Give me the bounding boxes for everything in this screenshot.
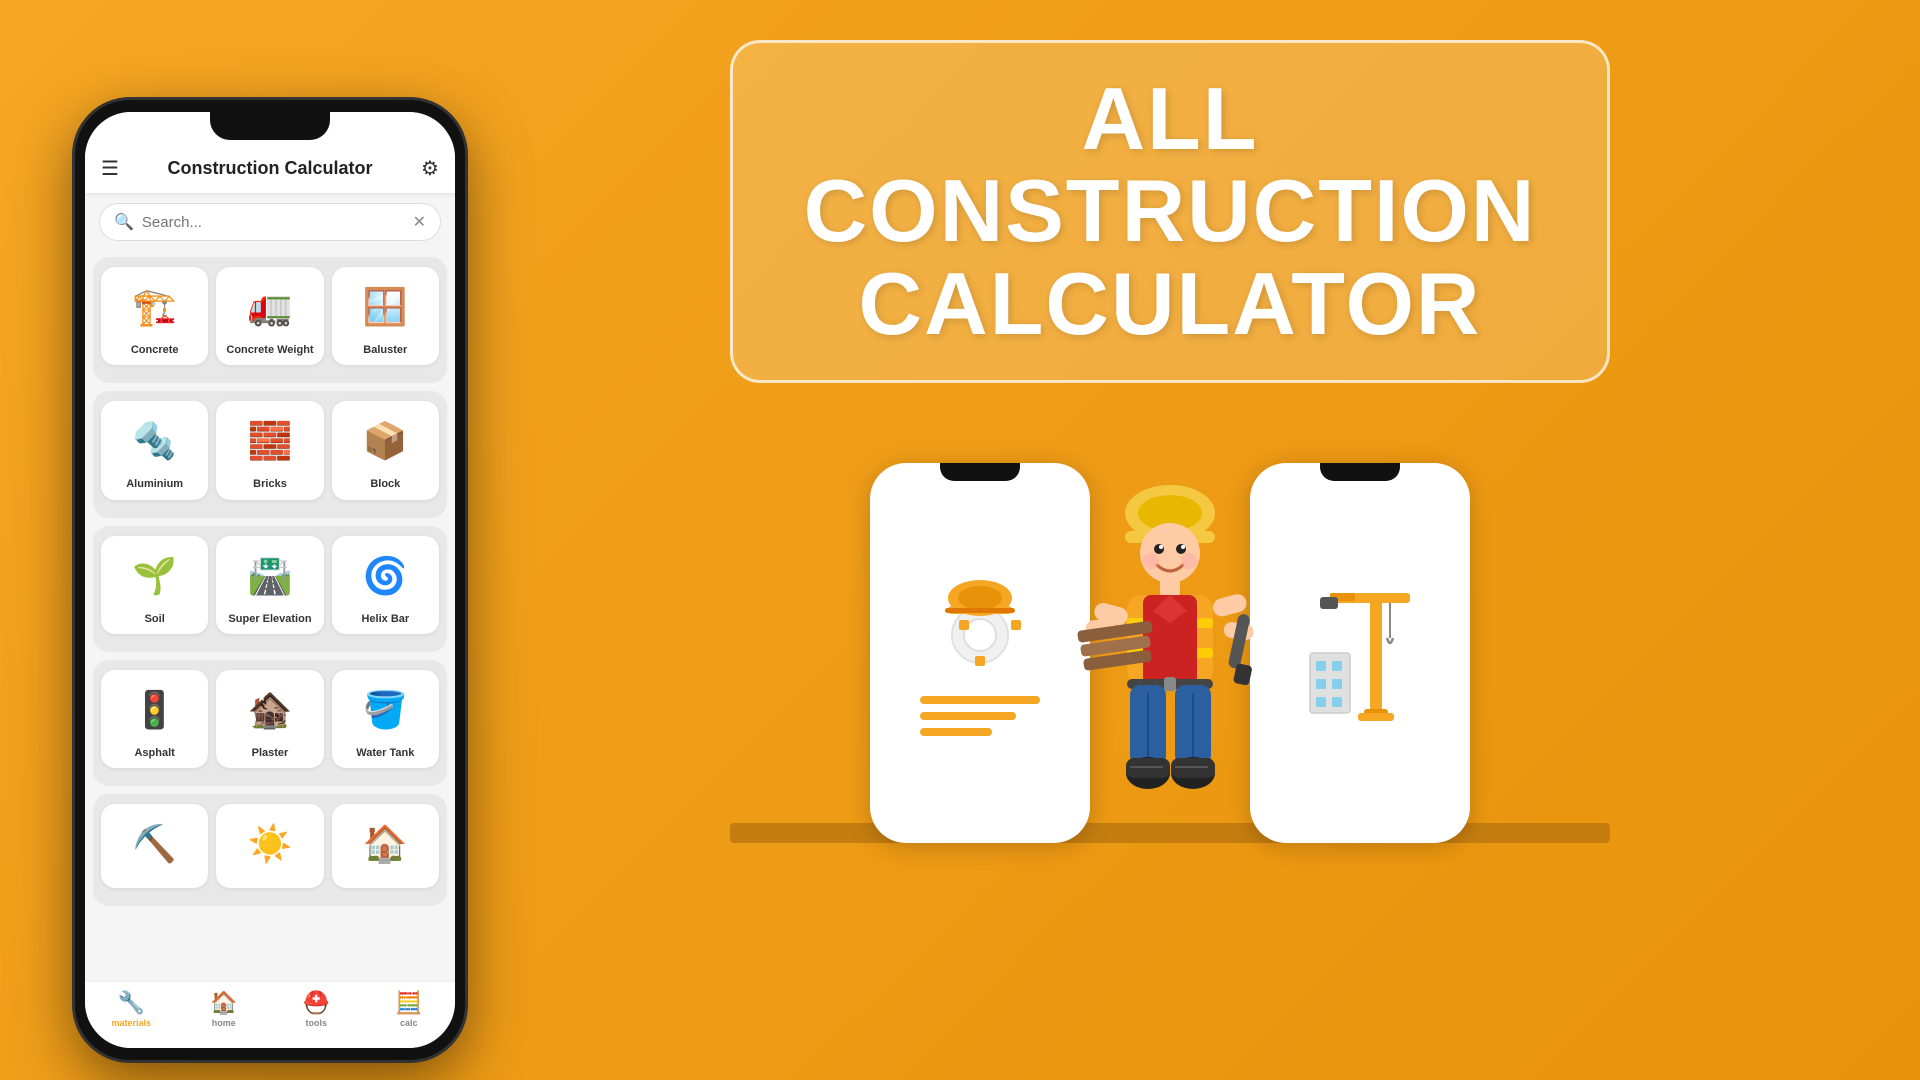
- plaster-icon: 🏚️: [240, 680, 300, 740]
- super-elevation-icon: 🛣️: [240, 546, 300, 606]
- item-label-helix-bar: Helix Bar: [361, 612, 409, 626]
- item-label-plaster: Plaster: [252, 746, 289, 760]
- crane-icon: [1300, 583, 1420, 723]
- phone-line-2: [920, 712, 1016, 720]
- worker-svg: [1075, 453, 1265, 843]
- aluminium-icon: 🔩: [125, 411, 185, 471]
- bottom-nav: 🔧 materials 🏠 home ⛑️ tools 🧮 calc: [85, 981, 455, 1048]
- clear-icon[interactable]: ✕: [413, 212, 426, 232]
- illus-phone-notch-right: [1320, 463, 1400, 481]
- list-item[interactable]: 🚦 Asphalt: [101, 670, 208, 768]
- concrete-icon: 🏗️: [125, 277, 185, 337]
- banner-title-line1: ALL CONSTRUCTION: [793, 73, 1547, 258]
- nav-item-materials[interactable]: 🔧 materials: [85, 990, 178, 1028]
- phone-notch: [210, 112, 330, 140]
- item-label-super-elevation: Super Elevation: [228, 612, 311, 626]
- concrete-weight-icon: 🚛: [240, 277, 300, 337]
- tools-icon: ⛑️: [303, 990, 330, 1016]
- items-row-1: 🏗️ Concrete 🚛 Concrete Weight 🪟 Baluster: [101, 267, 439, 365]
- phone-mockup: ☰ Construction Calculator ⚙ 🔍 ✕ 🏗️ Concr…: [75, 50, 475, 1030]
- items-row-4: 🚦 Asphalt 🏚️ Plaster 🪣 Water Tank: [101, 670, 439, 768]
- soil-icon: 🌱: [125, 546, 185, 606]
- row-section-1: 🏗️ Concrete 🚛 Concrete Weight 🪟 Baluster: [93, 257, 447, 383]
- item-label-soil: Soil: [145, 612, 165, 626]
- illus-phone-right-content: [1280, 553, 1440, 753]
- list-item[interactable]: ⛏️: [101, 804, 208, 888]
- hamburger-icon[interactable]: ☰: [101, 156, 119, 181]
- search-input[interactable]: [142, 214, 413, 231]
- item-label-baluster: Baluster: [363, 343, 407, 357]
- item-label-asphalt: Asphalt: [134, 746, 174, 760]
- row-section-2: 🔩 Aluminium 🧱 Bricks 📦 Block: [93, 391, 447, 517]
- calc-label: calc: [400, 1018, 418, 1028]
- illus-phone-left-content: [900, 540, 1060, 766]
- list-item[interactable]: 🪟 Baluster: [332, 267, 439, 365]
- row-section-5: ⛏️ ☀️ 🏠: [93, 794, 447, 906]
- block-icon: 📦: [355, 411, 415, 471]
- phone-lines: [920, 696, 1040, 736]
- list-item[interactable]: 🏚️ Plaster: [216, 670, 323, 768]
- home-icon: 🏠: [210, 990, 237, 1016]
- worker-character: [1070, 443, 1270, 843]
- list-item[interactable]: 🔩 Aluminium: [101, 401, 208, 499]
- list-item[interactable]: 🏗️ Concrete: [101, 267, 208, 365]
- gear-icon[interactable]: ⚙: [421, 156, 439, 181]
- illustration-area: [730, 423, 1610, 843]
- app-scroll[interactable]: 🏗️ Concrete 🚛 Concrete Weight 🪟 Baluster: [85, 251, 455, 981]
- home-label: home: [212, 1018, 236, 1028]
- asphalt-icon: 🚦: [125, 680, 185, 740]
- banner-title-line2: CALCULATOR: [793, 258, 1547, 350]
- item-label-concrete: Concrete: [131, 343, 179, 357]
- item-label-bricks: Bricks: [253, 477, 287, 491]
- phone-line-3: [920, 728, 992, 736]
- app-title: Construction Calculator: [167, 158, 372, 179]
- item-label-concrete-weight: Concrete Weight: [226, 343, 313, 357]
- nav-item-calc[interactable]: 🧮 calc: [363, 990, 456, 1028]
- phone-line-1: [920, 696, 1040, 704]
- item-label-water-tank: Water Tank: [356, 746, 414, 760]
- items-row-2: 🔩 Aluminium 🧱 Bricks 📦 Block: [101, 401, 439, 499]
- item7-icon: 🏠: [355, 814, 415, 874]
- tools-label: tools: [306, 1018, 328, 1028]
- item5-icon: ⛏️: [125, 814, 185, 874]
- helix-bar-icon: 🌀: [355, 546, 415, 606]
- illus-phone-right: [1250, 463, 1470, 843]
- list-item[interactable]: 📦 Block: [332, 401, 439, 499]
- list-item[interactable]: 🌀 Helix Bar: [332, 536, 439, 634]
- nav-item-tools[interactable]: ⛑️ tools: [270, 990, 363, 1028]
- row-section-4: 🚦 Asphalt 🏚️ Plaster 🪣 Water Tank: [93, 660, 447, 786]
- water-tank-icon: 🪣: [355, 680, 415, 740]
- phone-frame: ☰ Construction Calculator ⚙ 🔍 ✕ 🏗️ Concr…: [75, 100, 465, 1060]
- items-row-5: ⛏️ ☀️ 🏠: [101, 804, 439, 888]
- hardhat-gear-icon: [925, 570, 1035, 680]
- list-item[interactable]: 🌱 Soil: [101, 536, 208, 634]
- right-side: ALL CONSTRUCTION CALCULATOR: [400, 0, 1920, 1080]
- nav-item-home[interactable]: 🏠 home: [178, 990, 271, 1028]
- list-item[interactable]: 🏠: [332, 804, 439, 888]
- items-row-3: 🌱 Soil 🛣️ Super Elevation 🌀 Helix Bar: [101, 536, 439, 634]
- illus-phone-notch-left: [940, 463, 1020, 481]
- item6-icon: ☀️: [240, 814, 300, 874]
- list-item[interactable]: 🧱 Bricks: [216, 401, 323, 499]
- list-item[interactable]: 🛣️ Super Elevation: [216, 536, 323, 634]
- list-item[interactable]: 🪣 Water Tank: [332, 670, 439, 768]
- item-label-aluminium: Aluminium: [126, 477, 183, 491]
- materials-icon: 🔧: [118, 990, 145, 1016]
- bricks-icon: 🧱: [240, 411, 300, 471]
- phone-screen: ☰ Construction Calculator ⚙ 🔍 ✕ 🏗️ Concr…: [85, 112, 455, 1048]
- list-item[interactable]: 🚛 Concrete Weight: [216, 267, 323, 365]
- search-icon: 🔍: [114, 212, 134, 232]
- baluster-icon: 🪟: [355, 277, 415, 337]
- illus-phone-left: [870, 463, 1090, 843]
- item-label-block: Block: [370, 477, 400, 491]
- calc-icon: 🧮: [395, 990, 422, 1016]
- list-item[interactable]: ☀️: [216, 804, 323, 888]
- search-bar: 🔍 ✕: [99, 203, 441, 241]
- banner: ALL CONSTRUCTION CALCULATOR: [730, 40, 1610, 383]
- row-section-3: 🌱 Soil 🛣️ Super Elevation 🌀 Helix Bar: [93, 526, 447, 652]
- materials-label: materials: [111, 1018, 151, 1028]
